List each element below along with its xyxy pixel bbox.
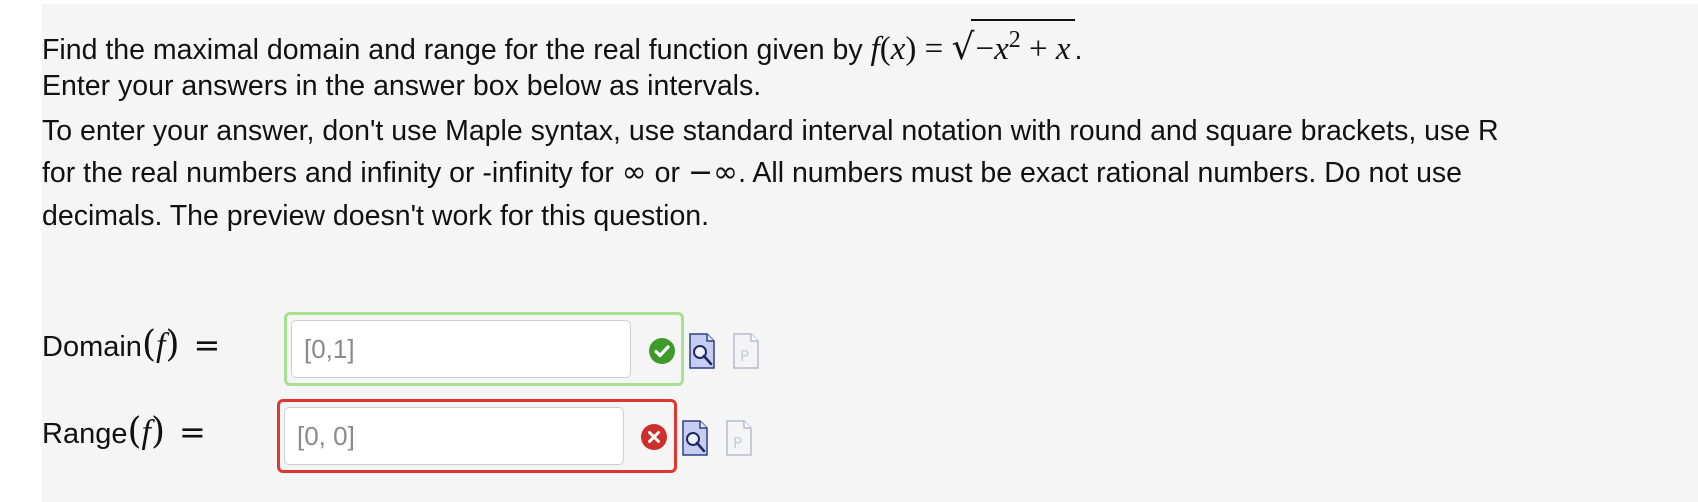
function-arg: (x) <box>879 31 917 67</box>
range-label: Range(f) = <box>42 411 206 452</box>
question-line-1: Find the maximal domain and range for th… <box>42 19 1082 67</box>
maple-document-icon[interactable]: P <box>726 420 752 461</box>
function-equals: = <box>916 31 952 67</box>
maple-document-icon[interactable]: P <box>733 333 759 374</box>
svg-text:P: P <box>733 434 742 452</box>
checkmark-icon <box>649 338 675 364</box>
sqrt-expression: √−x2 + x <box>952 19 1075 67</box>
infinity-symbol: ∞ <box>621 155 647 190</box>
preview-magnifier-icon[interactable] <box>682 420 708 461</box>
intro-period: . <box>1074 34 1083 66</box>
question-line-5: decimals. The preview doesn't work for t… <box>42 200 710 232</box>
domain-label: Domain(f) = <box>42 324 221 365</box>
preview-magnifier-icon[interactable] <box>689 333 715 374</box>
domain-input[interactable] <box>291 320 631 378</box>
neg-infinity-symbol: −∞ <box>687 155 739 190</box>
svg-text:P: P <box>740 347 749 365</box>
question-line-4: for the real numbers and infinity or -in… <box>42 155 1463 190</box>
radicand: −x2 + x <box>971 19 1075 67</box>
range-input[interactable] <box>284 407 624 465</box>
cross-icon <box>641 424 667 450</box>
question-intro: Find the maximal domain and range for th… <box>42 34 871 66</box>
function-name: f <box>870 31 880 67</box>
question-line-3: To enter your answer, don't use Maple sy… <box>42 115 1499 147</box>
question-line-2: Enter your answers in the answer box bel… <box>42 70 762 102</box>
